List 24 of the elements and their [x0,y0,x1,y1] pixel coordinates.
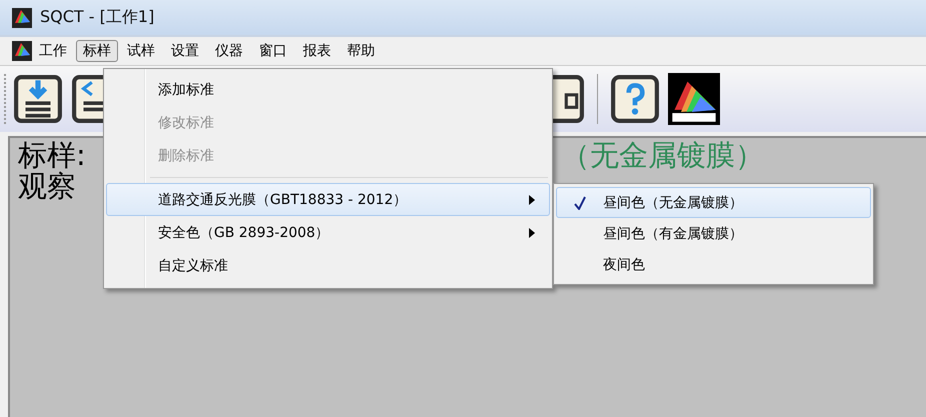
menu-item[interactable]: 自定义标准 [106,249,550,282]
app-logo-icon[interactable] [668,73,720,125]
menu-item[interactable]: 报表 [296,40,338,62]
menu-item[interactable]: 窗口 [252,40,294,62]
window-title: SQCT - [工作1] [40,7,154,28]
menu-item[interactable]: 帮助 [340,40,382,62]
app-logo-icon[interactable] [12,41,32,61]
menu-item[interactable]: 道路交通反光膜（GBT18833 - 2012） [106,183,550,216]
observer-label: 观察 [18,171,76,202]
menu-item[interactable]: 昼间色（有金属镀膜） [556,218,871,249]
import-list-icon[interactable] [13,74,63,124]
menu-item[interactable]: 昼间色（无金属镀膜） [556,187,871,218]
menu-item[interactable]: 添加标准 [106,73,550,106]
app-logo-icon [12,8,32,28]
sample-label: 标样: [18,140,86,171]
menu-item[interactable]: 设置 [164,40,206,62]
menu-item[interactable]: 夜间色 [556,249,871,280]
help-icon[interactable] [610,74,660,124]
menu-item[interactable]: 仪器 [208,40,250,62]
menu-item[interactable]: 标样 [76,40,118,62]
menu-item[interactable]: 工作 [32,40,74,62]
standard-name: （无金属镀膜） [560,140,764,171]
menu-item[interactable]: 安全色（GB 2893-2008） [106,216,550,249]
menu-item[interactable]: 试样 [120,40,162,62]
